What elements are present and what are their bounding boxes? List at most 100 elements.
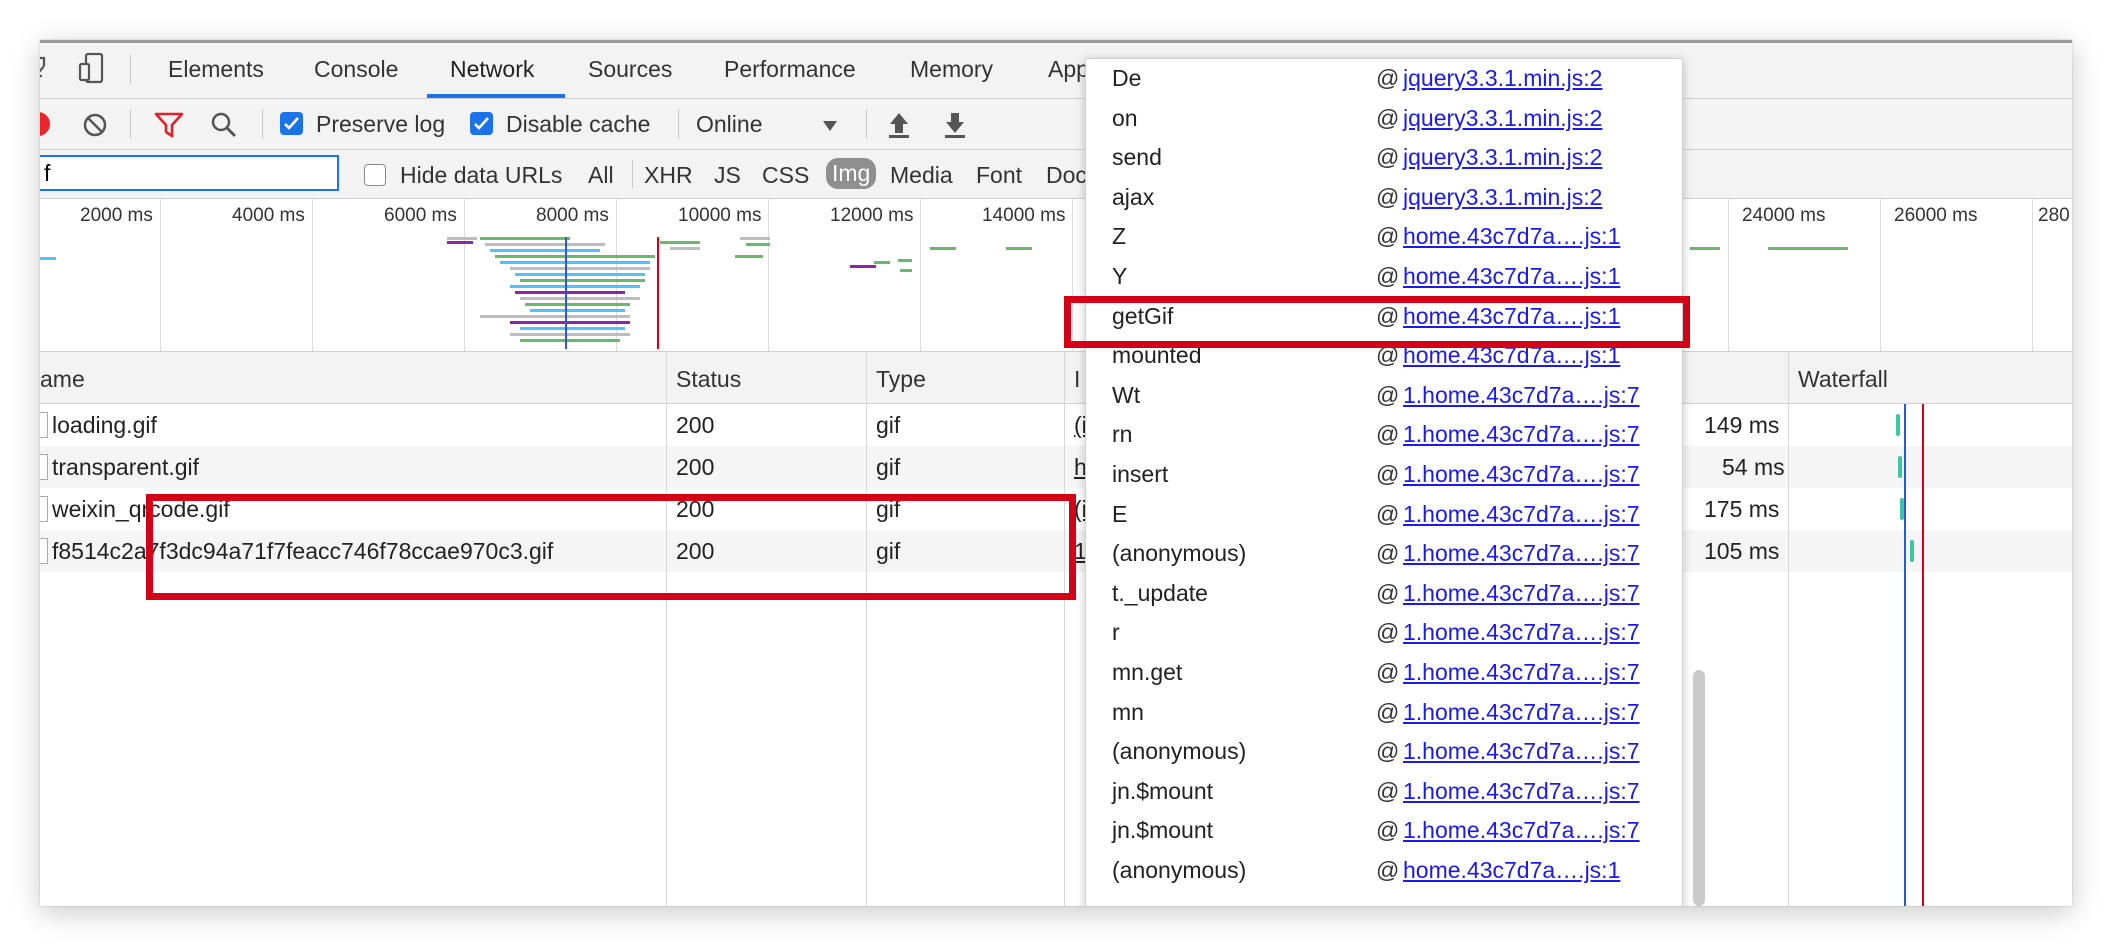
call-stack-at-sign: @ [1376, 500, 1400, 527]
call-stack-source-link[interactable]: jquery3.3.1.min.js:2 [1403, 105, 1602, 132]
tab-application[interactable]: App [1048, 56, 1089, 83]
call-stack-row: jn.$mount @1.home.43c7d7a….js:7 [1086, 772, 1646, 812]
waterfall-bar [1898, 456, 1902, 478]
load-event-marker [657, 237, 659, 349]
inspect-element-icon[interactable] [40, 54, 52, 82]
overview-activity-bar [510, 333, 630, 336]
call-stack-source-link[interactable]: jquery3.3.1.min.js:2 [1403, 144, 1602, 171]
export-har-icon[interactable] [942, 109, 968, 139]
call-stack-source-link[interactable]: jquery3.3.1.min.js:2 [1403, 184, 1602, 211]
overview-timeline[interactable]: 2000 ms 4000 ms 6000 ms 8000 ms 10000 ms… [40, 199, 2072, 352]
request-type: gif [876, 412, 901, 438]
import-har-icon[interactable] [886, 109, 912, 139]
type-filter-xhr[interactable]: XHR [644, 162, 693, 189]
overview-tick: 2000 ms [80, 205, 153, 226]
request-time: 54 ms [1722, 454, 1785, 480]
preserve-log-checkbox[interactable] [280, 112, 303, 135]
filter-separator [632, 160, 633, 188]
overview-activity-bar [490, 249, 600, 252]
overview-tick: 26000 ms [1894, 205, 1978, 226]
call-stack-source-link[interactable]: 1.home.43c7d7a….js:7 [1403, 501, 1640, 528]
tab-memory[interactable]: Memory [910, 56, 993, 83]
initiator-stack-popover: De @ jquery3.3.1.min.js:2 on @ jquery3.3.1.mi… [1085, 58, 1683, 906]
type-filter-font[interactable]: Font [976, 162, 1022, 189]
overview-gridline [1880, 199, 1881, 351]
search-icon[interactable] [210, 111, 238, 139]
overview-gridline [312, 199, 313, 351]
call-stack-row: Wt @1.home.43c7d7a….js:7 [1086, 376, 1646, 416]
overview-tick: 14000 ms [982, 205, 1066, 226]
call-stack-source-link[interactable]: 1.home.43c7d7a….js:7 [1403, 540, 1640, 567]
column-divider[interactable] [666, 352, 667, 906]
hide-data-urls-checkbox[interactable] [364, 164, 386, 186]
call-stack-source-link[interactable]: 1.home.43c7d7a….js:7 [1403, 421, 1640, 448]
tab-elements[interactable]: Elements [168, 56, 264, 83]
column-divider[interactable] [1788, 352, 1789, 906]
disable-cache-checkbox[interactable] [470, 112, 493, 135]
toolbar-separator [866, 109, 867, 139]
throttling-select[interactable]: Online [696, 111, 762, 138]
tab-network[interactable]: Network [450, 56, 534, 83]
call-stack-row: Z @ home.43c7d7a….js:1 [1086, 217, 1646, 257]
call-stack-source-link[interactable]: 1.home.43c7d7a….js:7 [1403, 699, 1640, 726]
type-filter-js[interactable]: JS [714, 162, 741, 189]
call-stack-row: (anonymous) @1.home.43c7d7a….js:7 [1086, 732, 1646, 772]
call-stack-source-link[interactable]: home.43c7d7a….js:1 [1403, 263, 1620, 290]
column-header-type[interactable]: Type [876, 366, 926, 393]
call-stack-function: on [1112, 104, 1138, 131]
type-filter-img[interactable]: Img [826, 158, 877, 189]
column-divider[interactable] [866, 352, 867, 906]
popover-scrollbar[interactable] [1693, 670, 1705, 906]
table-row[interactable]: transparent.gif 200 gif h 54 ms [40, 446, 2072, 488]
overview-activity-bar [520, 327, 625, 330]
clear-icon[interactable] [82, 112, 108, 138]
waterfall-load-line [1922, 404, 1924, 906]
overview-activity-bar [1690, 247, 1720, 250]
dropdown-arrow-icon[interactable] [822, 119, 838, 131]
filter-input[interactable] [40, 155, 339, 191]
call-stack-row: E @1.home.43c7d7a….js:7 [1086, 495, 1646, 535]
column-divider[interactable] [1064, 352, 1065, 906]
call-stack-source-link[interactable]: 1.home.43c7d7a….js:7 [1403, 461, 1640, 488]
devtools-window: Elements Console Network Sources Perform… [40, 40, 2072, 906]
call-stack-at-sign: @ [1376, 183, 1400, 210]
disable-cache-label: Disable cache [506, 111, 651, 137]
call-stack-function: Y [1112, 263, 1128, 289]
request-status: 200 [676, 412, 715, 438]
record-icon[interactable] [40, 112, 50, 136]
type-filter-all[interactable]: All [588, 162, 614, 189]
call-stack-source-link[interactable]: home.43c7d7a….js:1 [1403, 223, 1620, 250]
device-toolbar-icon[interactable] [78, 52, 106, 84]
type-filter-doc[interactable]: Doc [1046, 162, 1087, 189]
column-header-status[interactable]: Status [676, 366, 741, 393]
call-stack-function: t._update [1112, 579, 1208, 606]
tab-console[interactable]: Console [314, 56, 398, 83]
overview-activity-bar [485, 243, 605, 246]
call-stack-function: jn.$mount [1112, 777, 1214, 804]
overview-activity-bar [530, 309, 625, 312]
call-stack-source-link[interactable]: 1.home.43c7d7a….js:7 [1403, 580, 1640, 607]
call-stack-source-link[interactable]: jquery3.3.1.min.js:2 [1403, 65, 1602, 92]
column-header-waterfall[interactable]: Waterfall [1798, 366, 1888, 393]
overview-activity-bar [447, 237, 477, 240]
tab-performance[interactable]: Performance [724, 56, 856, 83]
tab-sources[interactable]: Sources [588, 56, 672, 83]
call-stack-source-link[interactable]: 1.home.43c7d7a….js:7 [1403, 659, 1640, 686]
column-header-initiator[interactable]: I [1074, 366, 1080, 393]
filter-icon[interactable] [154, 111, 184, 139]
type-filter-media[interactable]: Media [890, 162, 953, 189]
dom-content-loaded-marker [565, 237, 567, 349]
call-stack-source-link[interactable]: 1.home.43c7d7a….js:7 [1403, 778, 1640, 805]
call-stack-source-link[interactable]: 1.home.43c7d7a….js:7 [1403, 619, 1640, 646]
call-stack-source-link[interactable]: home.43c7d7a….js:1 [1403, 857, 1620, 884]
overview-tick: 4000 ms [232, 205, 305, 226]
call-stack-function: Wt [1112, 381, 1141, 408]
table-row[interactable]: loading.gif 200 gif (i 149 ms [40, 404, 2072, 446]
call-stack-source-link[interactable]: 1.home.43c7d7a….js:7 [1403, 817, 1640, 844]
call-stack-at-sign: @ [1376, 659, 1400, 685]
toolbar-separator [262, 109, 263, 139]
type-filter-css[interactable]: CSS [762, 162, 809, 189]
column-header-name[interactable]: ame [40, 366, 85, 393]
call-stack-source-link[interactable]: 1.home.43c7d7a….js:7 [1403, 738, 1640, 765]
call-stack-source-link[interactable]: 1.home.43c7d7a….js:7 [1403, 382, 1640, 409]
